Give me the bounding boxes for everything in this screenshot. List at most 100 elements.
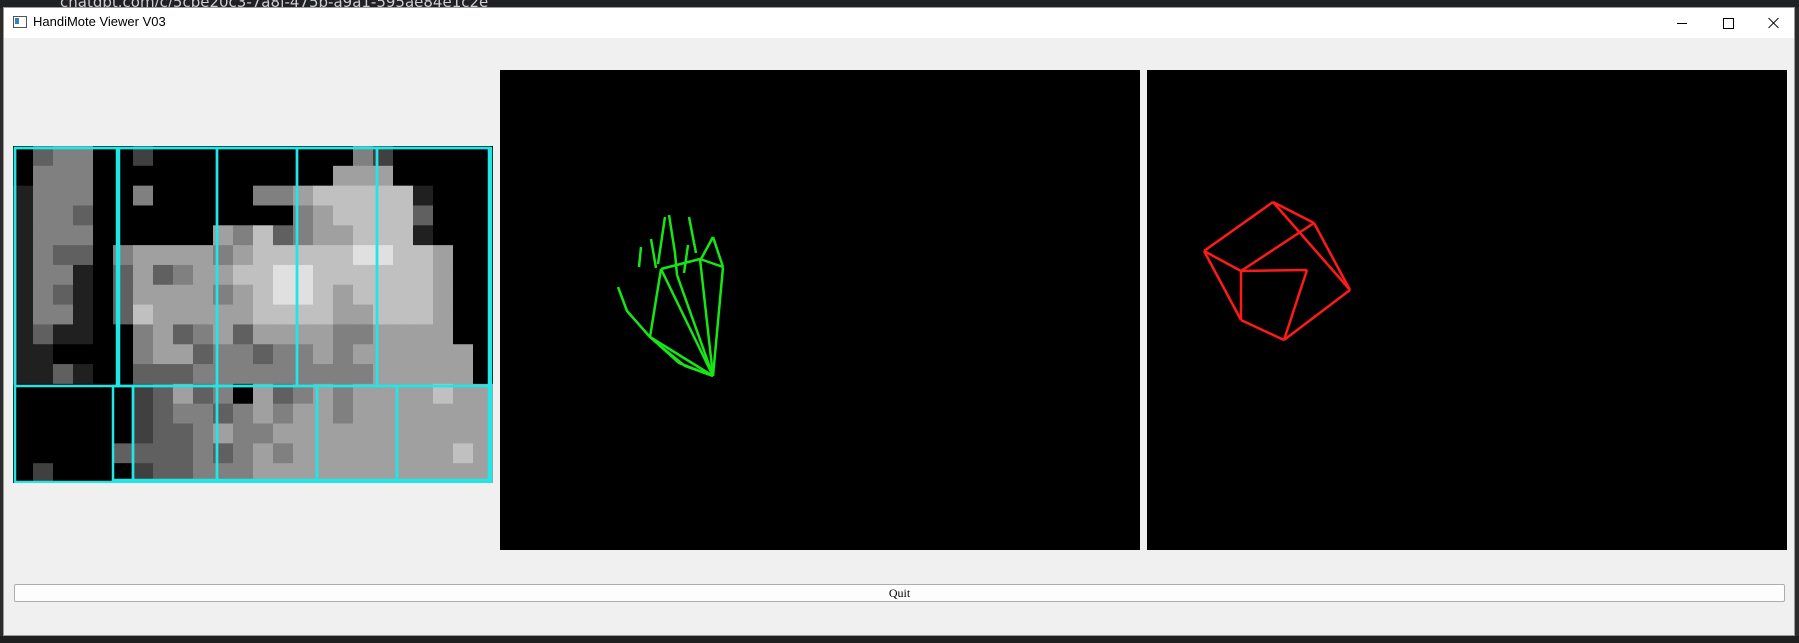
thermal-pixel xyxy=(73,443,94,464)
thermal-pixel xyxy=(53,423,74,444)
thermal-pixel xyxy=(253,185,274,207)
thermal-pixel xyxy=(233,225,254,246)
thermal-pixel xyxy=(193,264,214,286)
thermal-pixel xyxy=(273,225,294,246)
thermal-pixel xyxy=(33,423,54,444)
thermal-pixel xyxy=(353,245,374,266)
thermal-pixel xyxy=(313,284,334,306)
thermal-pixel xyxy=(393,225,414,246)
thermal-pixel xyxy=(433,185,454,207)
thermal-pixel xyxy=(53,225,74,246)
thermal-pixel xyxy=(153,403,174,425)
thermal-pixel xyxy=(453,225,474,246)
thermal-pixel xyxy=(173,423,194,444)
thermal-pixel xyxy=(353,364,374,385)
thermal-pixel xyxy=(93,205,114,226)
thermal-pixel xyxy=(273,165,294,187)
thermal-pixel xyxy=(353,344,374,365)
thermal-pixel xyxy=(353,443,374,464)
thermal-pixel xyxy=(233,205,254,226)
thermal-pixel xyxy=(93,403,114,425)
thermal-pixel xyxy=(153,324,174,345)
thermal-pixel xyxy=(173,205,194,226)
thermal-pixel xyxy=(413,225,434,246)
thermal-pixel xyxy=(453,205,474,226)
thermal-pixel xyxy=(73,304,94,326)
thermal-pixel xyxy=(413,423,434,444)
thermal-pixel xyxy=(433,205,454,226)
thermal-pixel xyxy=(393,324,414,345)
thermal-pixel xyxy=(153,205,174,226)
thermal-pixel xyxy=(73,225,94,246)
thermal-pixel xyxy=(433,443,454,464)
cube-edge-line xyxy=(1240,318,1285,342)
thermal-pixel xyxy=(133,245,154,266)
thermal-pixel xyxy=(333,403,354,425)
thermal-pixel xyxy=(453,344,474,365)
thermal-pixel xyxy=(113,403,134,425)
thermal-pixel xyxy=(333,264,354,286)
thermal-pixel xyxy=(373,403,394,425)
close-button[interactable] xyxy=(1751,8,1797,38)
hand-bone-line xyxy=(711,236,725,268)
thermal-pixel xyxy=(133,364,154,385)
quit-button[interactable]: Quit xyxy=(14,584,1785,602)
thermal-pixel xyxy=(233,284,254,306)
cube-edge-line xyxy=(1272,201,1351,291)
thermal-pixel xyxy=(93,364,114,385)
thermal-pixel xyxy=(293,403,314,425)
thermal-pixel xyxy=(193,423,214,444)
title-bar[interactable]: HandiMote Viewer V03 xyxy=(4,8,1794,38)
thermal-pixel xyxy=(33,165,54,187)
thermal-pixel xyxy=(313,205,334,226)
thermal-pixel xyxy=(253,245,274,266)
thermal-pixel xyxy=(433,423,454,444)
thermal-pixel xyxy=(353,324,374,345)
cube-edge-line xyxy=(1203,200,1274,253)
thermal-pixel xyxy=(233,304,254,326)
thermal-pixel xyxy=(73,423,94,444)
thermal-pixel xyxy=(133,324,154,345)
thermal-pixel xyxy=(353,165,374,187)
thermal-pixel xyxy=(33,344,54,365)
thermal-pixel xyxy=(353,264,374,286)
close-icon xyxy=(1768,17,1780,29)
thermal-pixel xyxy=(93,245,114,266)
hand-skeleton-view xyxy=(500,70,1140,550)
hand-bone-line xyxy=(682,244,690,274)
thermal-pixel xyxy=(253,264,274,286)
thermal-pixel xyxy=(273,284,294,306)
thermal-pixel xyxy=(313,344,334,365)
thermal-pixel xyxy=(33,264,54,286)
maximize-button[interactable] xyxy=(1705,8,1751,38)
thermal-pixel xyxy=(413,403,434,425)
thermal-pixel xyxy=(33,443,54,464)
thermal-pixel xyxy=(433,264,454,286)
thermal-pixel xyxy=(233,245,254,266)
thermal-pixel xyxy=(153,344,174,365)
thermal-pixel xyxy=(133,443,154,464)
main-content: Quit xyxy=(4,38,1794,636)
thermal-pixel xyxy=(453,185,474,207)
thermal-pixel xyxy=(333,344,354,365)
thermal-pixel xyxy=(393,185,414,207)
thermal-pixel xyxy=(453,423,474,444)
thermal-pixel xyxy=(393,364,414,385)
thermal-pixel xyxy=(93,185,114,207)
thermal-pixel xyxy=(33,403,54,425)
hand-bone-line xyxy=(656,216,667,265)
minimize-button[interactable] xyxy=(1659,8,1705,38)
thermal-pixel xyxy=(133,165,154,187)
thermal-pixel xyxy=(393,344,414,365)
hand-bone-line xyxy=(649,238,658,269)
thermal-pixel xyxy=(73,284,94,306)
thermal-pixel xyxy=(173,364,194,385)
thermal-pixel xyxy=(53,264,74,286)
thermal-pixel xyxy=(453,304,474,326)
thermal-pixel xyxy=(373,443,394,464)
thermal-pixel xyxy=(413,185,434,207)
thermal-pixel xyxy=(33,225,54,246)
thermal-pixel xyxy=(153,443,174,464)
thermal-pixel xyxy=(393,264,414,286)
thermal-pixel xyxy=(413,264,434,286)
